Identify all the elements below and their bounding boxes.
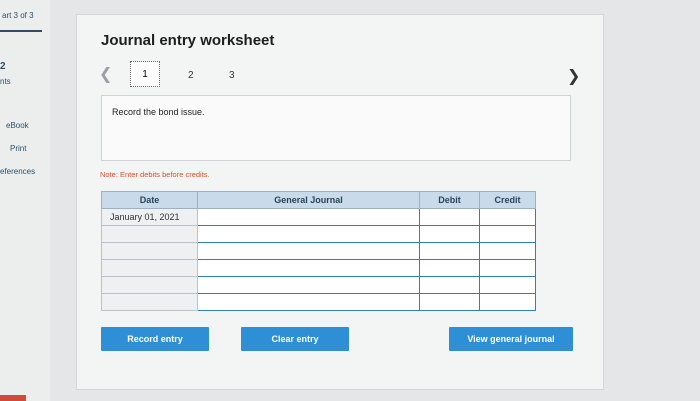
column-header-credit: Credit xyxy=(479,191,536,209)
part-progress: art 3 of 3 xyxy=(2,11,34,20)
account-input[interactable] xyxy=(197,225,420,243)
table-row: January 01, 2021 xyxy=(101,208,536,226)
references-link[interactable]: eferences xyxy=(0,167,35,176)
points-label: nts xyxy=(0,77,11,86)
column-header-debit: Debit xyxy=(419,191,480,209)
date-cell xyxy=(101,242,198,260)
ebook-link[interactable]: eBook xyxy=(6,121,29,130)
account-input[interactable] xyxy=(197,242,420,260)
instruction-text: Record the bond issue. xyxy=(112,107,205,117)
page-tab-2[interactable]: 2 xyxy=(188,70,194,81)
debit-input[interactable] xyxy=(419,259,480,277)
debit-input[interactable] xyxy=(419,208,480,226)
chevron-right-icon[interactable]: ❯ xyxy=(567,66,580,86)
date-cell xyxy=(101,259,198,277)
worksheet-title: Journal entry worksheet xyxy=(101,32,275,49)
debit-input[interactable] xyxy=(419,276,480,294)
column-header-date: Date xyxy=(101,191,198,209)
debit-input[interactable] xyxy=(419,293,480,311)
date-cell xyxy=(101,225,198,243)
page-tab-1-label: 1 xyxy=(142,68,148,80)
credit-input[interactable] xyxy=(479,242,536,260)
debit-input[interactable] xyxy=(419,242,480,260)
date-cell xyxy=(101,276,198,294)
debit-input[interactable] xyxy=(419,225,480,243)
view-general-journal-button[interactable]: View general journal xyxy=(449,327,573,351)
credit-input[interactable] xyxy=(479,225,536,243)
chevron-left-icon[interactable]: ❮ xyxy=(99,64,112,84)
progress-underline xyxy=(0,30,42,32)
credit-input[interactable] xyxy=(479,208,536,226)
table-row xyxy=(101,276,536,294)
page-tab-1[interactable]: 1 xyxy=(130,61,160,87)
journal-worksheet-panel: Journal entry worksheet ❮ 1 2 3 ❯ Record… xyxy=(76,14,604,390)
table-row xyxy=(101,242,536,260)
print-link[interactable]: Print xyxy=(10,144,26,153)
record-entry-button[interactable]: Record entry xyxy=(101,327,209,351)
instruction-box: Record the bond issue. xyxy=(101,95,571,161)
credit-input[interactable] xyxy=(479,259,536,277)
journal-table: Date General Journal Debit Credit Januar… xyxy=(101,191,536,311)
points-value: 2 xyxy=(0,61,6,72)
table-row xyxy=(101,259,536,277)
account-input[interactable] xyxy=(197,293,420,311)
table-row xyxy=(101,293,536,311)
column-header-general-journal: General Journal xyxy=(197,191,420,209)
account-input[interactable] xyxy=(197,208,420,226)
left-sidebar: art 3 of 3 2 nts eBook Print eferences xyxy=(0,0,50,401)
clear-entry-button[interactable]: Clear entry xyxy=(241,327,349,351)
date-cell xyxy=(101,293,198,311)
note-text: Note: Enter debits before credits. xyxy=(100,170,210,179)
account-input[interactable] xyxy=(197,259,420,277)
credit-input[interactable] xyxy=(479,276,536,294)
red-indicator xyxy=(0,395,26,401)
account-input[interactable] xyxy=(197,276,420,294)
credit-input[interactable] xyxy=(479,293,536,311)
table-row xyxy=(101,225,536,243)
table-header-row: Date General Journal Debit Credit xyxy=(101,191,536,209)
page-tab-3[interactable]: 3 xyxy=(229,70,235,81)
date-cell: January 01, 2021 xyxy=(101,208,198,226)
